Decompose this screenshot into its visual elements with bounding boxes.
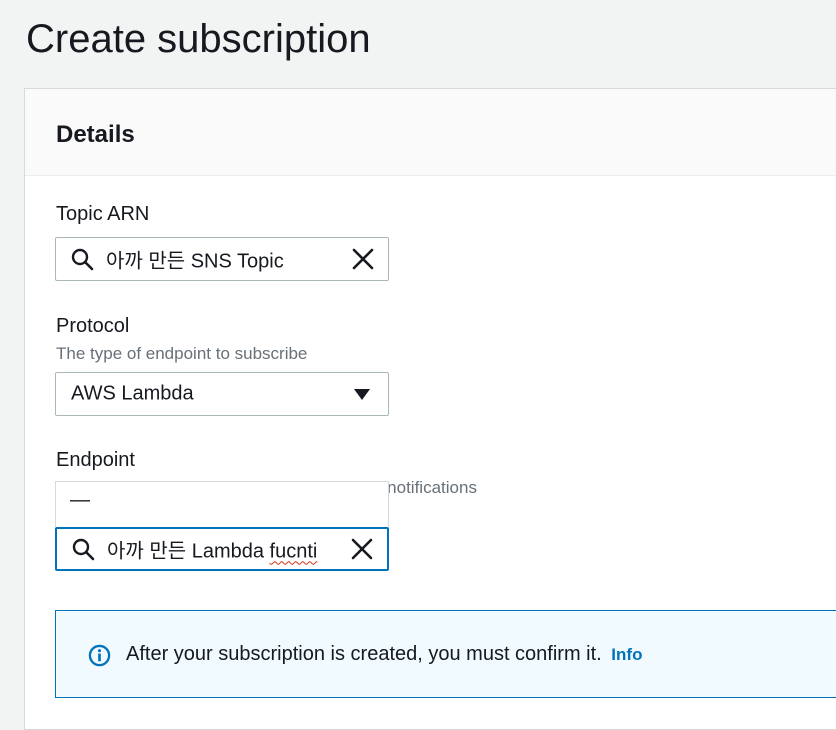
caret-down-icon [354, 389, 370, 400]
alert-text: After your subscription is created, you … [126, 643, 602, 665]
panel-header [25, 89, 836, 176]
info-link[interactable]: Info [611, 645, 642, 664]
search-icon [71, 248, 94, 271]
dropdown-option[interactable]: — [70, 489, 90, 512]
topic-arn-value: 아까 만든 SNS Topic [106, 250, 284, 273]
topic-arn-input[interactable]: 아까 만든 SNS Topic [55, 237, 389, 281]
info-alert: After your subscription is created, you … [55, 610, 836, 698]
endpoint-dropdown[interactable]: — [55, 481, 389, 527]
close-icon[interactable] [349, 536, 375, 562]
protocol-select[interactable]: AWS Lambda [55, 372, 389, 416]
page-title: Create subscription [26, 17, 371, 61]
endpoint-value: 아까 만든 Lambda fucnti [107, 535, 317, 564]
endpoint-input[interactable]: 아까 만든 Lambda fucnti [55, 527, 389, 571]
close-icon[interactable] [350, 246, 376, 272]
info-icon [88, 644, 111, 667]
search-icon [72, 538, 95, 561]
alert-message: After your subscription is created, you … [126, 643, 642, 666]
endpoint-label: Endpoint [56, 449, 135, 471]
details-panel: Details Topic ARN 아까 만든 SNS Topic Protoc… [24, 88, 836, 730]
protocol-description: The type of endpoint to subscribe [56, 344, 308, 363]
protocol-value: AWS Lambda [71, 382, 194, 405]
panel-title: Details [56, 121, 135, 148]
endpoint-value-misspelled: fucnti [269, 540, 318, 563]
endpoint-value-prefix: 아까 만든 Lambda [107, 540, 270, 563]
topic-arn-label: Topic ARN [56, 203, 150, 225]
protocol-label: Protocol [56, 315, 130, 337]
